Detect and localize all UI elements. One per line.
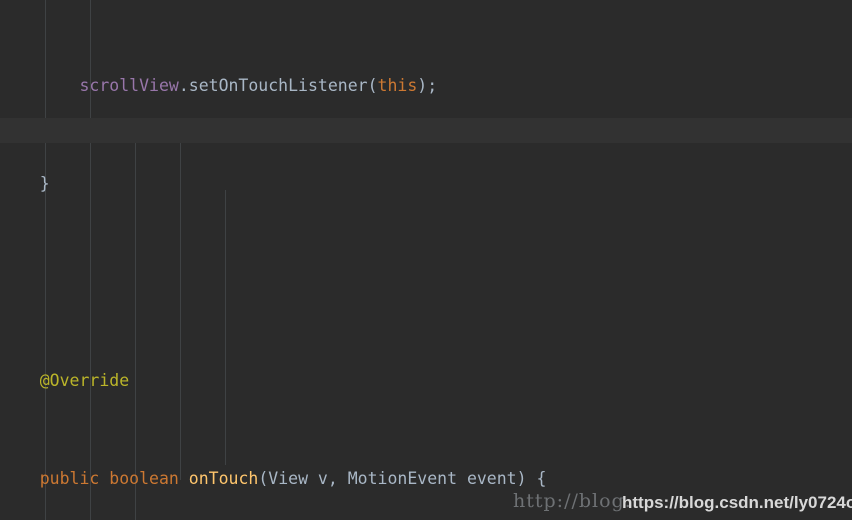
token-keyword-public: public [39, 469, 100, 489]
token-dot: . [178, 75, 189, 95]
code-line[interactable]: @Override [0, 369, 852, 394]
token-method-ontouch: onTouch [188, 469, 259, 489]
code-content[interactable]: scrollView.setOnTouchListener(this); } @… [0, 0, 852, 520]
code-editor-viewport[interactable]: scrollView.setOnTouchListener(this); } @… [0, 0, 852, 520]
token-keyword-this: this [377, 75, 418, 95]
code-line[interactable]: } [0, 172, 852, 197]
token-params: (View v, MotionEvent event) { [258, 469, 547, 489]
token-annotation-override: @Override [39, 370, 130, 390]
code-line[interactable]: scrollView.setOnTouchListener(this); [0, 74, 852, 99]
token-field-scrollview: scrollView [79, 75, 179, 95]
code-line[interactable]: public boolean onTouch(View v, MotionEve… [0, 467, 852, 492]
code-line-blank[interactable] [0, 271, 852, 296]
token-keyword-boolean: boolean [109, 469, 179, 489]
token-tail: ); [417, 75, 438, 95]
token-close-brace: } [39, 174, 50, 194]
token-call-setontouchlistener: setOnTouchListener( [188, 75, 378, 95]
